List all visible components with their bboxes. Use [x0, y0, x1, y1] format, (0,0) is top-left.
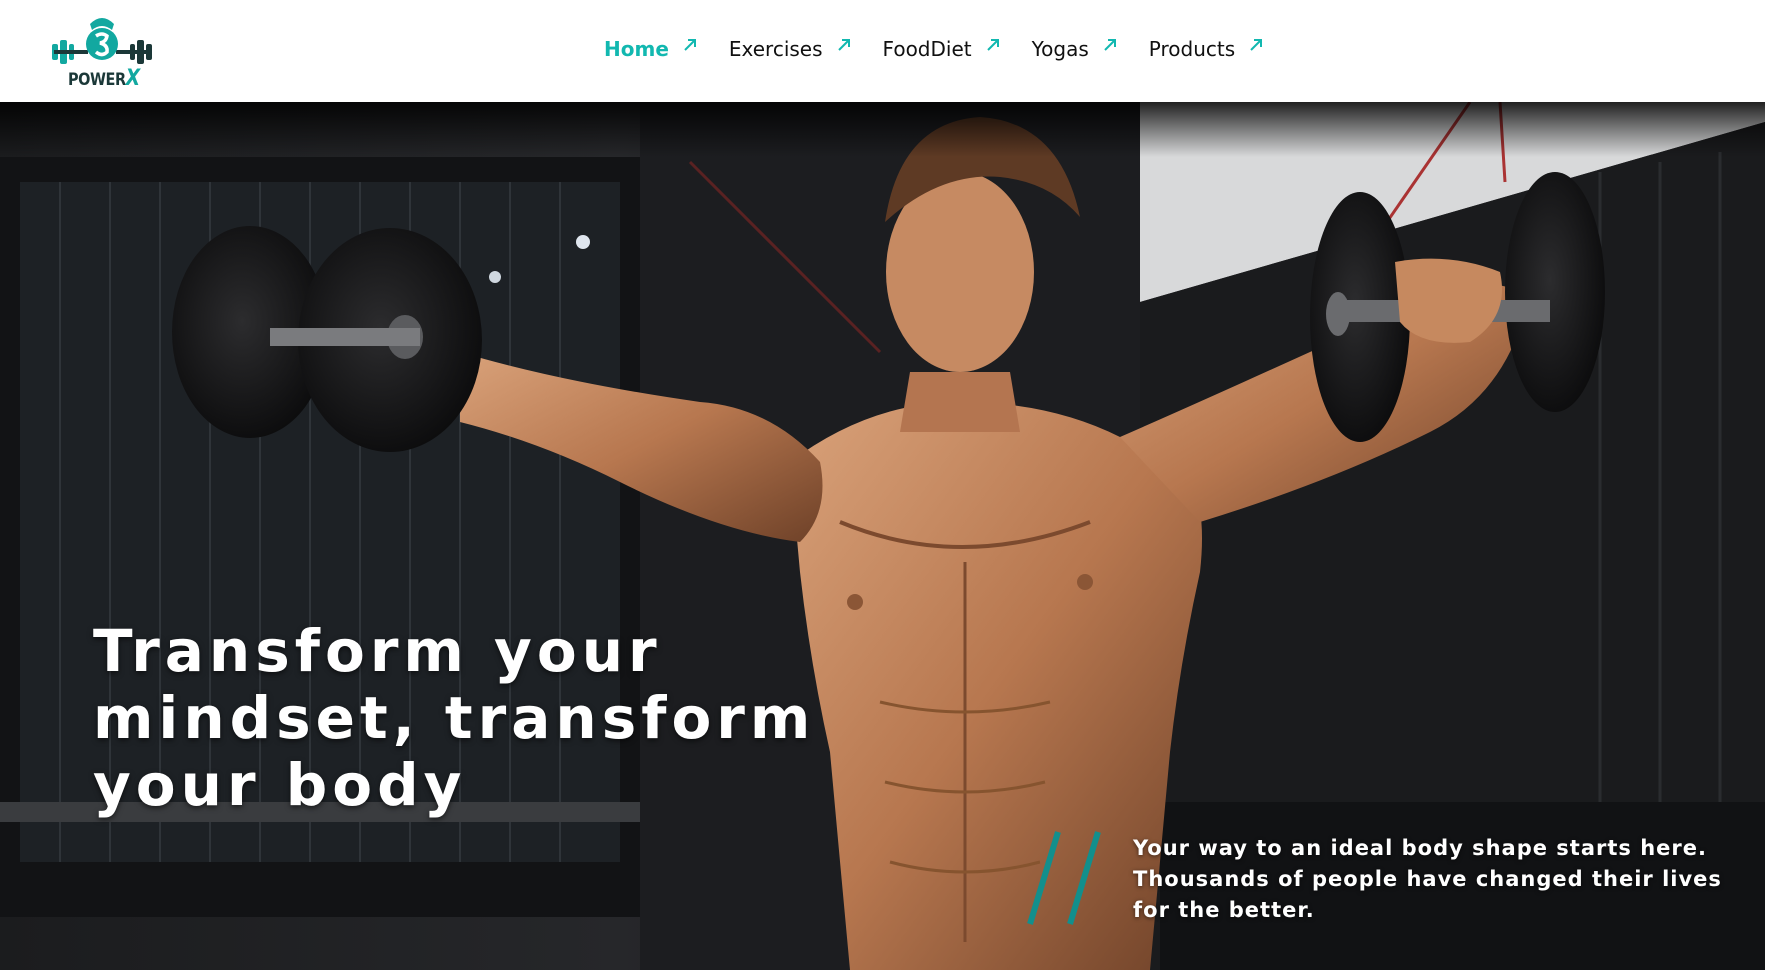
arrow-up-right-icon	[684, 39, 696, 51]
nav-item-exercises[interactable]: Exercises	[729, 37, 851, 61]
nav-item-home[interactable]: Home	[604, 37, 697, 61]
nav-item-fooddiet[interactable]: FoodDiet	[883, 37, 1000, 61]
powerx-logo[interactable]: POWERX	[50, 14, 154, 91]
hero-subtitle: Your way to an ideal body shape starts h…	[1133, 836, 1722, 922]
arrow-up-right-icon	[1250, 39, 1263, 51]
logo-wordmark-accent: X	[125, 66, 140, 91]
nav-item-yogas[interactable]: Yogas	[1032, 37, 1117, 61]
logo-wordmark-main: POWER	[68, 70, 126, 90]
double-slash-icon	[1027, 831, 1101, 925]
nav-item-label: Home	[604, 37, 669, 61]
arrow-up-right-icon	[837, 39, 850, 51]
logo-wordmark: POWERX	[68, 66, 140, 91]
main-nav: Home Exercises FoodDiet Yogas Products	[604, 34, 1295, 64]
nav-item-label: FoodDiet	[882, 37, 972, 61]
nav-item-label: Exercises	[728, 37, 823, 61]
kettlebell-barbell-logo-icon	[52, 18, 152, 64]
nav-item-products[interactable]: Products	[1149, 37, 1263, 61]
nav-item-label: Yogas	[1031, 37, 1089, 61]
nav-item-label: Products	[1148, 37, 1236, 61]
top-navigation-bar: POWERX Home Exercises FoodDiet Yogas Pro…	[0, 0, 1765, 102]
arrow-up-right-icon	[1104, 39, 1116, 51]
hero-title: Transform your mindset, transform your b…	[93, 617, 816, 819]
hero-section: Transform your mindset, transform your b…	[0, 102, 1765, 970]
arrow-up-right-icon	[986, 39, 999, 51]
